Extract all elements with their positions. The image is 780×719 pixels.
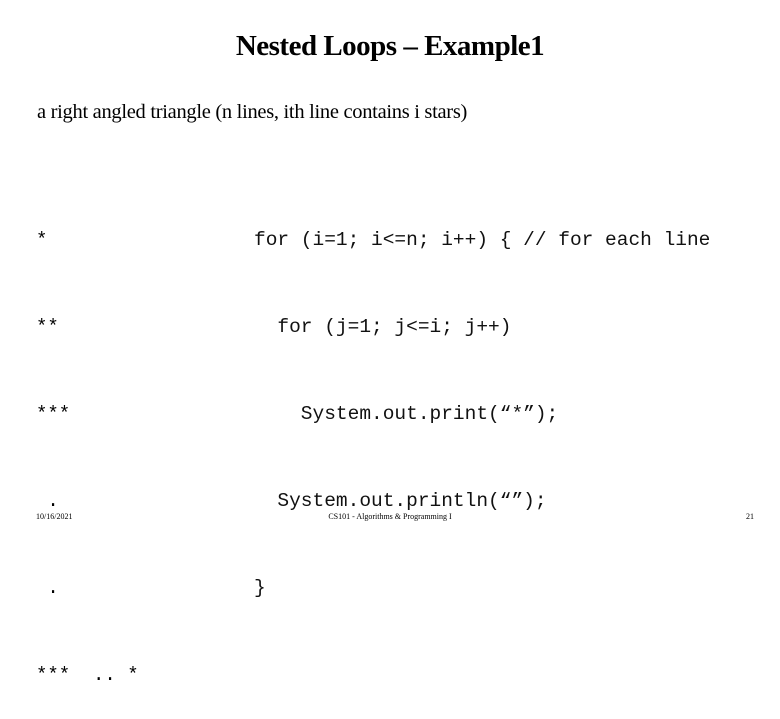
pattern-line: *** .. * — [36, 664, 139, 686]
pattern-line: * — [36, 229, 48, 251]
slide-title: Nested Loops – Example1 — [235, 30, 545, 62]
code-line: for (i=1; i<=n; i++) { // for each line — [254, 229, 711, 251]
pattern-line: ** — [36, 316, 59, 338]
star-pattern: * ** *** . . *** .. * — [36, 168, 139, 719]
code-line: } — [254, 577, 266, 599]
page-number: 21 — [746, 512, 754, 521]
pattern-line: . — [36, 577, 59, 599]
footer-course: CS101 - Algorithms & Programming I — [328, 512, 452, 521]
code-line: for (j=1; j<=i; j++) — [254, 316, 512, 338]
code-block: for (i=1; i<=n; i++) { // for each line … — [254, 168, 710, 632]
slide-subtitle: a right angled triangle (n lines, ith li… — [37, 101, 468, 123]
code-line: System.out.print(“*”); — [254, 403, 559, 425]
pattern-line: *** — [36, 403, 71, 425]
